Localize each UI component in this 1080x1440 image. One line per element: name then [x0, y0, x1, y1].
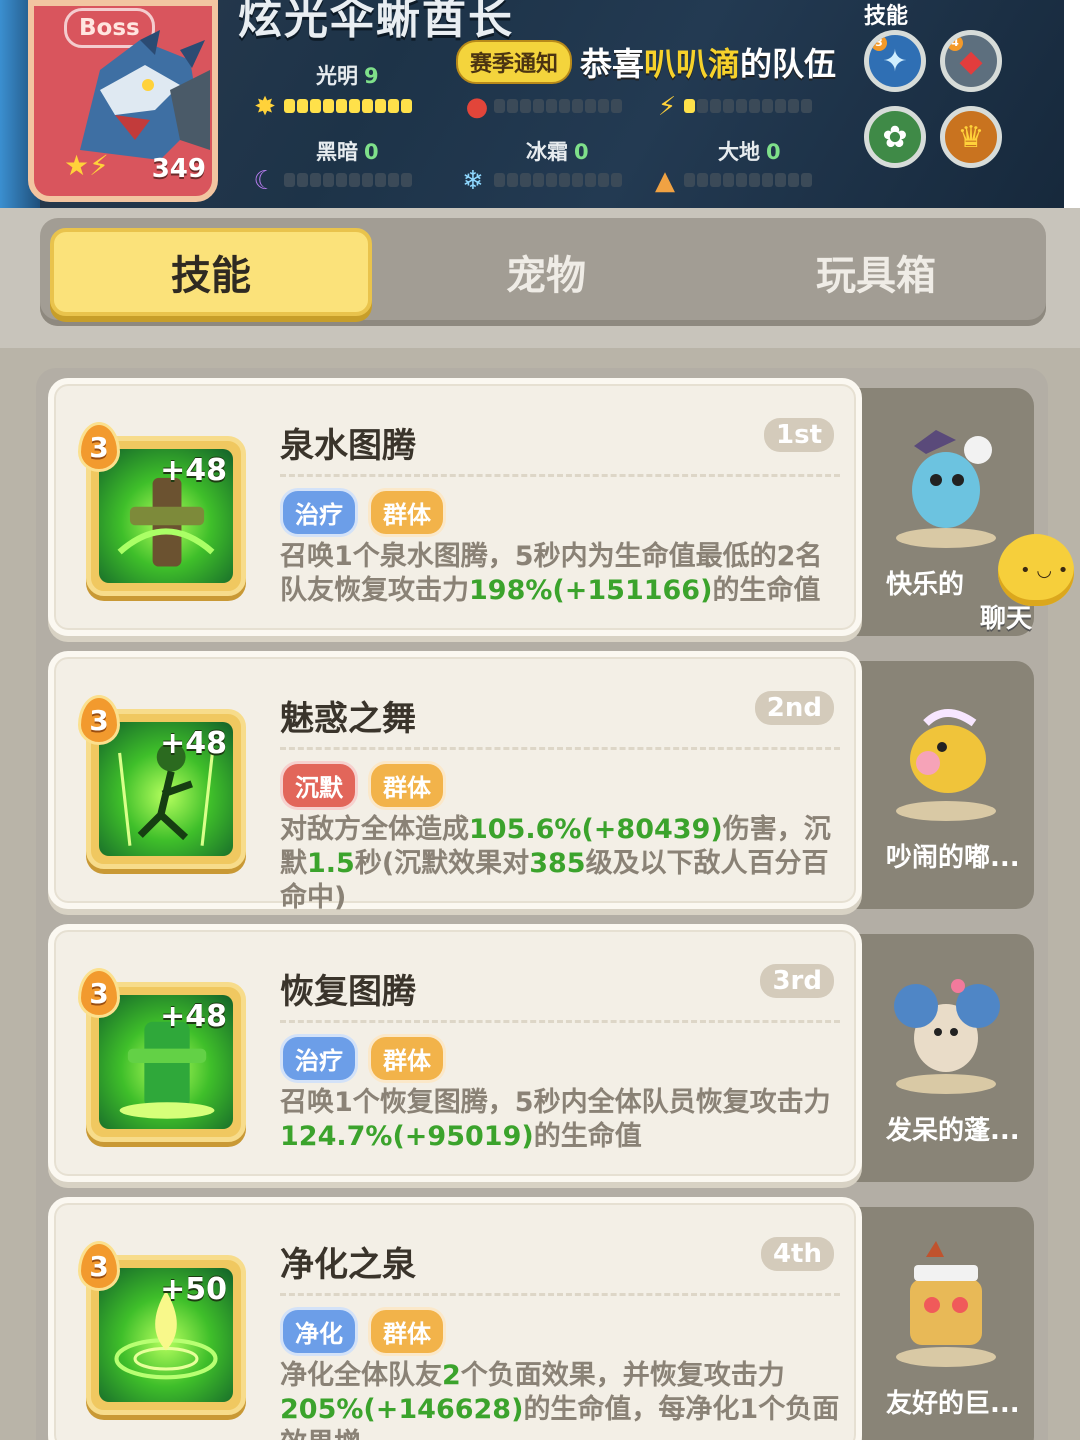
skill-description: 对敌方全体造成105.6%(+80439)伤害，沉默1.5秒(沉默效果对385级…: [280, 814, 831, 913]
pet-name: 友好的巨...: [886, 1389, 1020, 1419]
star-rating-icon: ★⚡: [64, 149, 109, 182]
skill-row[interactable]: 发呆的蓬... +48 3 恢复图腾 3rd 治疗 群体 召唤1个恢复图腾，5秒…: [48, 924, 1048, 1184]
sun-icon: ✸: [254, 92, 276, 122]
element-fire-bar: [494, 98, 622, 114]
skill-tags: 沉默 群体: [280, 761, 446, 810]
skill-row[interactable]: 快乐的 +48 3 泉水图腾 1st 治疗 群体 召唤1个泉水图腾，5秒内为生命…: [48, 378, 1048, 638]
chat-bubble-icon[interactable]: • ◡ •: [998, 534, 1074, 606]
skill-description: 召唤1个恢复图腾，5秒内全体队员恢复攻击力124.7%(+95019)的生命值: [280, 1087, 831, 1152]
pet-panel[interactable]: 吵闹的嘟...: [850, 661, 1034, 909]
season-notice[interactable]: 赛季通知 恭喜叭叭滴的队伍: [456, 38, 836, 86]
divider: [280, 1020, 840, 1023]
banner-edge: [1064, 0, 1080, 208]
skill-bonus: +48: [160, 726, 227, 761]
skill-tag: 治疗: [280, 1034, 358, 1083]
skill-title: 魅惑之舞: [280, 699, 416, 739]
fire-icon: ●: [465, 92, 489, 122]
skill-bonus: +50: [160, 1272, 227, 1307]
skill-tag: 群体: [368, 761, 446, 810]
boss-skill-bird-icon[interactable]: 4 ◆: [940, 30, 1002, 92]
element-light-label: 光明 9: [316, 64, 379, 88]
skill-rank: 4th: [760, 1237, 834, 1271]
pet-name: 吵闹的嘟...: [886, 843, 1020, 873]
tab-pets[interactable]: 宠物: [386, 228, 706, 316]
skill-description: 净化全体队友2个负面效果，并恢复攻击力205%(+146628)的生命值，每净化…: [280, 1360, 840, 1440]
lightning-icon: ⚡: [657, 92, 677, 122]
banner-skills-title: 技能: [864, 4, 909, 29]
skill-rank: 2nd: [754, 691, 834, 725]
element-earth-bar: [684, 172, 812, 188]
snowflake-icon: ❄: [462, 166, 484, 196]
element-thunder-bar: [684, 98, 812, 114]
skill-description: 召唤1个泉水图腾，5秒内为生命值最低的2名队友恢复攻击力198%(+151166…: [280, 541, 823, 606]
pet-figure-icon: [894, 979, 1000, 1094]
boss-level: 349: [151, 154, 206, 184]
moon-icon: ☾: [253, 166, 277, 196]
pet-panel[interactable]: 友好的巨...: [850, 1207, 1034, 1440]
element-dark-label: 黑暗 0: [316, 140, 379, 164]
skill-tag: 治疗: [280, 488, 358, 537]
boss-skill-ice-icon[interactable]: 3 ✦: [864, 30, 926, 92]
skill-level-badge: 3: [78, 968, 120, 1018]
tab-skills[interactable]: 技能: [50, 228, 372, 316]
notice-message: 恭喜叭叭滴的队伍: [580, 45, 837, 83]
boss-banner: Boss ★⚡ 349 炫光伞蜥酋长 技能 光明 9 ✸ ● ⚡ 黑暗 0 ☾ 冰霜…: [0, 0, 1080, 208]
element-dark-bar: [284, 172, 412, 188]
skill-tags: 净化 群体: [280, 1307, 446, 1356]
skill-card[interactable]: +48 3 恢复图腾 3rd 治疗 群体 召唤1个恢复图腾，5秒内全体队员恢复攻…: [48, 924, 862, 1182]
pet-figure-icon: [896, 430, 996, 548]
boss-skill-crown-icon[interactable]: ♛: [940, 106, 1002, 168]
skill-row[interactable]: 友好的巨... +50 3 净化之泉 4th 净化 群体 净化全体队友2个负面效…: [48, 1197, 1048, 1440]
skill-card[interactable]: +50 3 净化之泉 4th 净化 群体 净化全体队友2个负面效果，并恢复攻击力…: [48, 1197, 862, 1440]
element-frost-bar: [494, 172, 622, 188]
water-drop-icon: +50: [99, 1268, 233, 1402]
skill-title: 恢复图腾: [280, 972, 416, 1012]
skill-title: 泉水图腾: [280, 426, 416, 466]
element-frost-label: 冰霜 0: [526, 140, 589, 164]
skill-title: 净化之泉: [280, 1245, 416, 1285]
totem-icon: +48: [99, 995, 233, 1129]
pet-figure-icon: [896, 709, 996, 821]
skill-card[interactable]: +48 3 魅惑之舞 2nd 沉默 群体 对敌方全体造成105.6%(+8043…: [48, 651, 862, 913]
chat-label[interactable]: 聊天: [980, 598, 1032, 635]
skill-level-badge: 3: [78, 1241, 120, 1291]
boss-portrait[interactable]: Boss ★⚡ 349: [28, 0, 218, 202]
skill-tags: 治疗 群体: [280, 1034, 446, 1083]
boss-skill-leaf-icon[interactable]: ✿: [864, 106, 926, 168]
skill-tag: 沉默: [280, 761, 358, 810]
skill-bonus: +48: [160, 453, 227, 488]
skill-tag: 净化: [280, 1307, 358, 1356]
divider: [280, 1293, 840, 1296]
skill-level-badge: 3: [78, 422, 120, 472]
pet-figure-icon: [896, 1241, 996, 1367]
pet-name: 发呆的蓬...: [886, 1116, 1020, 1146]
tab-bar: 技能 宠物 玩具箱: [40, 218, 1046, 326]
divider: [280, 474, 840, 477]
skill-level-badge: 3: [78, 695, 120, 745]
skill-rank: 3rd: [760, 964, 834, 998]
element-light-bar: [284, 98, 412, 114]
skill-tag: 群体: [368, 1034, 446, 1083]
skill-tag: 群体: [368, 488, 446, 537]
element-earth-label: 大地 0: [718, 140, 781, 164]
tab-toybox[interactable]: 玩具箱: [716, 228, 1036, 316]
totem-icon: +48: [99, 449, 233, 583]
skill-bonus: +48: [160, 999, 227, 1034]
mountain-icon: ▲: [655, 166, 675, 196]
divider: [280, 747, 840, 750]
skill-card[interactable]: +48 3 泉水图腾 1st 治疗 群体 召唤1个泉水图腾，5秒内为生命值最低的…: [48, 378, 862, 636]
pet-panel[interactable]: 发呆的蓬...: [850, 934, 1034, 1182]
skill-row[interactable]: 吵闹的嘟... +48 3 魅惑之舞 2nd 沉默 群体 对敌方全体造成105.…: [48, 651, 1048, 913]
dance-icon: +48: [99, 722, 233, 856]
skill-tag: 群体: [368, 1307, 446, 1356]
skill-rank: 1st: [764, 418, 834, 452]
skill-tags: 治疗 群体: [280, 488, 446, 537]
notice-badge: 赛季通知: [456, 40, 573, 84]
